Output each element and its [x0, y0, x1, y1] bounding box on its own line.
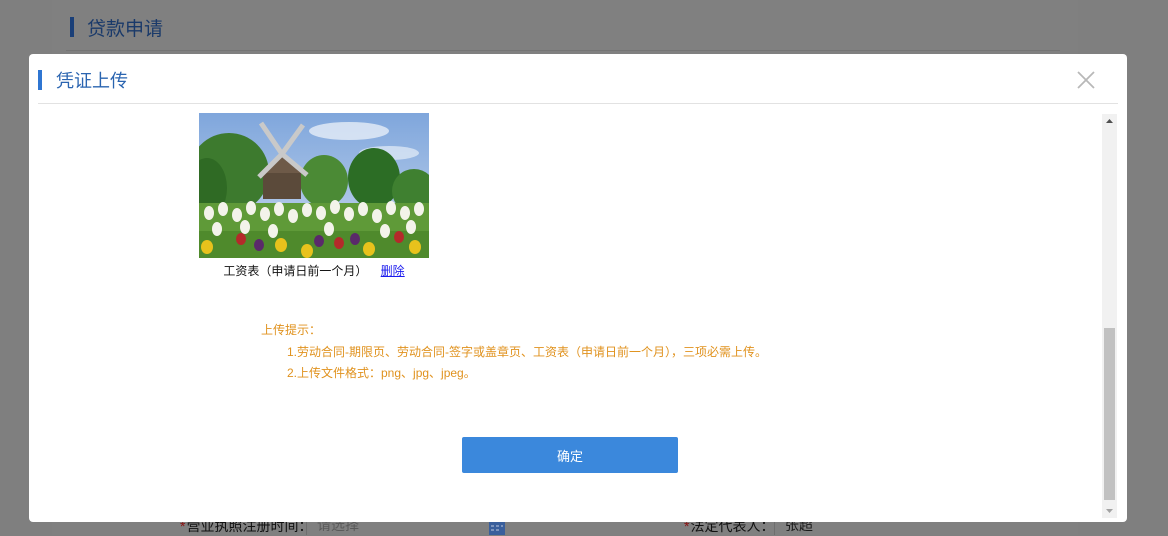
title-accent-bar	[70, 17, 74, 37]
windmill-tulips-photo-icon	[199, 113, 429, 258]
confirm-button[interactable]: 确定	[462, 437, 678, 473]
attachment-caption: 工资表（申请日前一个月） 删除	[199, 262, 429, 279]
modal-title: 凭证上传	[38, 69, 128, 91]
modal-title-text: 凭证上传	[56, 71, 128, 91]
title-accent-bar	[38, 70, 42, 90]
background-title-text: 贷款申请	[87, 18, 164, 40]
upload-tip-line: 2.上传文件格式：png、jpg、jpeg。	[287, 366, 476, 380]
modal-body: 工资表（申请日前一个月） 删除 上传提示： 1.劳动合同-期限页、劳动合同-签字…	[29, 104, 1101, 522]
scroll-down-arrow-icon[interactable]	[1102, 504, 1117, 518]
scroll-up-arrow-icon[interactable]	[1102, 114, 1117, 128]
scrollbar-thumb[interactable]	[1104, 328, 1115, 500]
delete-attachment-link[interactable]: 删除	[381, 264, 405, 278]
close-icon[interactable]	[1075, 69, 1097, 91]
upload-tips-heading: 上传提示：	[261, 323, 322, 337]
background-divider	[66, 50, 1060, 51]
voucher-upload-modal: 凭证上传 工资表（申请日前一个月） 删除 上传提示： 1.劳动合同-期限页、劳动…	[29, 54, 1127, 522]
modal-header: 凭证上传	[29, 54, 1127, 104]
background-page-title: 贷款申请	[70, 14, 163, 40]
modal-scrollbar[interactable]	[1102, 114, 1117, 518]
upload-tip-line: 1.劳动合同-期限页、劳动合同-签字或盖章页、工资表（申请日前一个月），三项必需…	[287, 344, 768, 359]
attachment-caption-text: 工资表（申请日前一个月）	[223, 264, 368, 278]
upload-tips: 上传提示： 1.劳动合同-期限页、劳动合同-签字或盖章页、工资表（申请日前一个月…	[261, 320, 767, 385]
